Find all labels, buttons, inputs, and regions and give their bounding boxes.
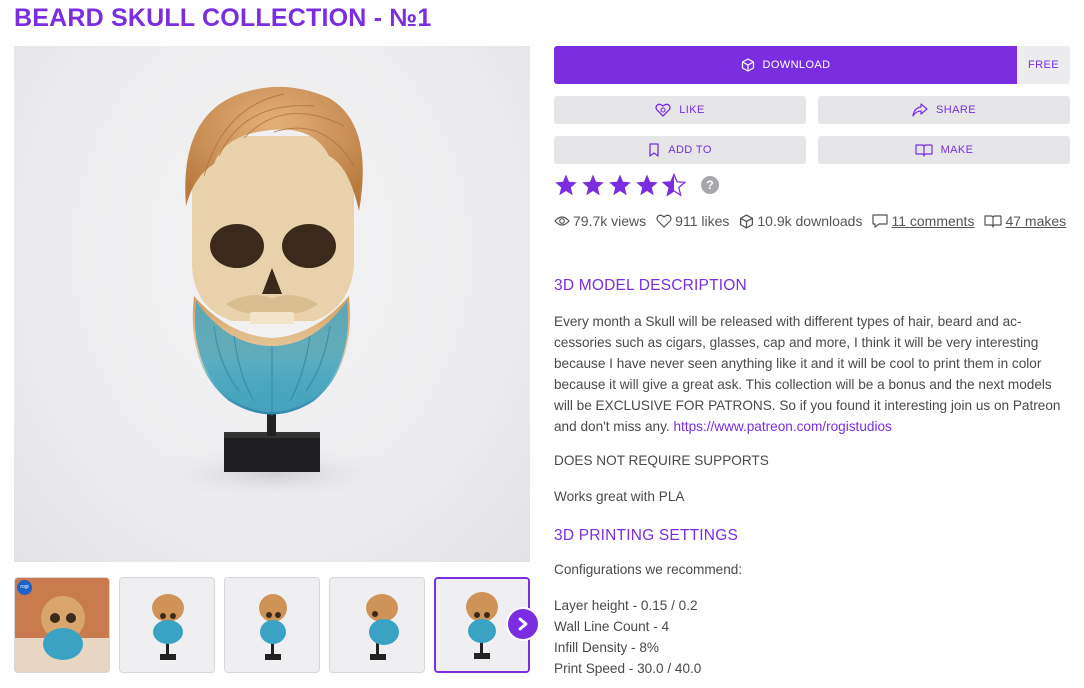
thumbnail-4-image: [330, 578, 424, 672]
brand-badge: rogi: [17, 580, 32, 595]
cube-icon: [740, 213, 754, 229]
star-half-icon[interactable]: [662, 173, 686, 197]
settings-item: Print Speed - 30.0 / 40.0: [554, 661, 702, 676]
thumbnail-3-image: [225, 578, 319, 672]
patreon-link[interactable]: https://www.patreon.com/rogistudios: [673, 419, 891, 434]
likes-stat: 911 likes: [656, 213, 729, 229]
thumbnail-4[interactable]: [329, 577, 425, 673]
skull-figure-image: [154, 86, 394, 500]
thumbnail-3[interactable]: [224, 577, 320, 673]
rating: ?: [554, 173, 719, 197]
comments-stat[interactable]: 11 comments: [872, 213, 974, 229]
open-book-icon: [984, 215, 1003, 228]
heart-icon: [656, 214, 672, 228]
add-to-label: ADD TO: [668, 144, 712, 156]
download-button[interactable]: DOWNLOAD: [554, 46, 1017, 84]
likes-count: 911 likes: [675, 213, 730, 229]
makes-link[interactable]: 47 makes: [1005, 213, 1066, 229]
rating-help-icon[interactable]: ?: [701, 176, 719, 194]
star-full-icon[interactable]: [581, 173, 605, 197]
downloads-stat: 10.9k downloads: [739, 213, 862, 229]
downloads-count: 10.9k downloads: [757, 213, 863, 229]
views-count: 79.7k views: [573, 213, 647, 229]
settings-intro: Configurations we recommend:: [554, 562, 743, 577]
description-heading: 3D MODEL DESCRIPTION: [554, 277, 747, 294]
next-thumbnails-button[interactable]: [506, 607, 540, 641]
like-button[interactable]: LIKE: [554, 96, 806, 124]
supports-note: DOES NOT REQUIRE SUPPORTS: [554, 453, 769, 468]
add-to-button[interactable]: ADD TO: [554, 136, 806, 164]
description-text: Every month a Skull will be released wit…: [554, 314, 1061, 434]
like-label: LIKE: [679, 104, 705, 116]
price-label: FREE: [1017, 46, 1070, 84]
thumbnail-2-image: [120, 578, 214, 672]
views-stat: 79.7k views: [554, 213, 646, 229]
makes-stat[interactable]: 47 makes: [984, 213, 1066, 229]
share-label: SHARE: [936, 104, 976, 116]
main-product-image[interactable]: [14, 46, 530, 562]
page-title: BEARD SKULL COLLECTION - №1: [14, 4, 432, 32]
share-icon: [912, 103, 928, 117]
make-label: MAKE: [940, 144, 974, 156]
bookmark-icon: [649, 143, 659, 157]
star-full-icon[interactable]: [635, 173, 659, 197]
thumbnail-strip: rogi: [14, 577, 540, 673]
settings-item: Layer height - 0.15 / 0.2: [554, 598, 698, 613]
make-button[interactable]: MAKE: [818, 136, 1070, 164]
download-bar: DOWNLOAD FREE: [554, 46, 1070, 84]
download-label: DOWNLOAD: [762, 59, 831, 71]
cube-icon: [741, 58, 754, 72]
comment-icon: [872, 214, 889, 228]
settings-item: Wall Line Count - 4: [554, 619, 670, 634]
description-body: Every month a Skull will be released wit…: [554, 311, 1074, 437]
stats-bar: 79.7k views 911 likes 10.9k downloads 11…: [554, 213, 1066, 229]
thumbnail-1[interactable]: rogi: [14, 577, 110, 673]
thumbnail-2[interactable]: [119, 577, 215, 673]
settings-heading: 3D PRINTING SETTINGS: [554, 527, 738, 544]
open-book-icon: [915, 144, 933, 157]
eye-icon: [554, 216, 570, 226]
comments-link[interactable]: 11 comments: [891, 213, 974, 229]
share-button[interactable]: SHARE: [818, 96, 1070, 124]
chevron-right-icon: [518, 617, 528, 631]
star-full-icon[interactable]: [554, 173, 578, 197]
heart-icon: [655, 103, 671, 117]
settings-item: Infill Density - 8%: [554, 640, 660, 655]
material-note: Works great with PLA: [554, 489, 685, 504]
star-full-icon[interactable]: [608, 173, 632, 197]
